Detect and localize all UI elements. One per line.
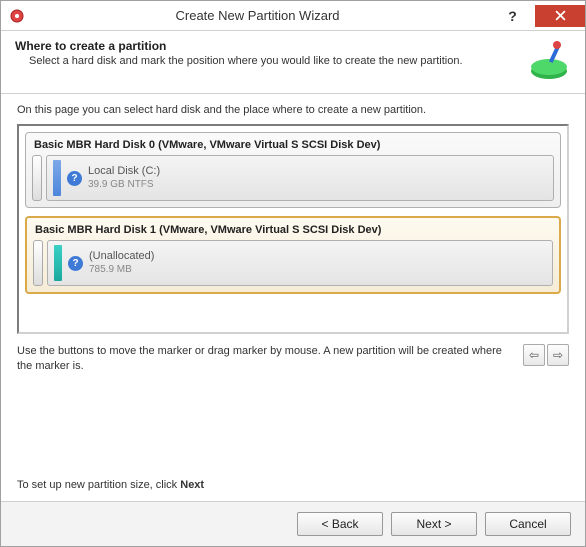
disk-1[interactable]: Basic MBR Hard Disk 1 (VMware, VMware Vi…	[25, 216, 561, 294]
next-button[interactable]: Next >	[391, 512, 477, 536]
disk-1-partition[interactable]: ? (Unallocated) 785.9 MB	[47, 240, 553, 286]
partition-name: (Unallocated)	[89, 250, 154, 263]
close-icon	[555, 10, 566, 21]
disk-0[interactable]: Basic MBR Hard Disk 0 (VMware, VMware Vi…	[25, 132, 561, 208]
partition-text: Local Disk (C:) 39.9 GB NTFS	[88, 165, 160, 190]
disk-0-body: ? Local Disk (C:) 39.9 GB NTFS	[32, 155, 554, 201]
cancel-button[interactable]: Cancel	[485, 512, 571, 536]
wizard-window: Create New Partition Wizard ? Where to c…	[0, 0, 586, 547]
info-icon: ?	[67, 171, 82, 186]
disk-0-label: Basic MBR Hard Disk 0 (VMware, VMware Vi…	[34, 139, 554, 151]
marker-help-text: Use the buttons to move the marker or dr…	[17, 344, 515, 375]
disk-0-handle[interactable]	[32, 155, 42, 201]
partition-wizard-icon	[527, 39, 571, 83]
wizard-header: Where to create a partition Select a har…	[1, 31, 585, 94]
help-button[interactable]: ?	[490, 5, 535, 27]
spacer	[17, 375, 569, 469]
arrow-left-icon: ⇦	[529, 347, 539, 364]
disk-0-partition[interactable]: ? Local Disk (C:) 39.9 GB NTFS	[46, 155, 554, 201]
footer: < Back Next > Cancel	[1, 501, 585, 546]
marker-right-button[interactable]: ⇨	[547, 344, 569, 366]
partition-text: (Unallocated) 785.9 MB	[89, 250, 154, 275]
next-hint-bold: Next	[180, 479, 204, 491]
partition-size: 785.9 MB	[89, 264, 154, 276]
disk-1-body: ? (Unallocated) 785.9 MB	[33, 240, 553, 286]
marker-arrow-group: ⇦ ⇨	[523, 344, 569, 366]
partition-color-icon	[53, 160, 61, 196]
marker-help-row: Use the buttons to move the marker or dr…	[17, 344, 569, 375]
disk-1-handle[interactable]	[33, 240, 43, 286]
partition-name: Local Disk (C:)	[88, 165, 160, 178]
arrow-right-icon: ⇨	[553, 347, 563, 364]
header-subtitle: Select a hard disk and mark the position…	[29, 55, 519, 67]
content-area: On this page you can select hard disk an…	[1, 94, 585, 501]
partition-size: 39.9 GB NTFS	[88, 179, 160, 191]
info-icon: ?	[68, 256, 83, 271]
disk-1-label: Basic MBR Hard Disk 1 (VMware, VMware Vi…	[35, 224, 553, 236]
window-title: Create New Partition Wizard	[25, 8, 490, 23]
titlebar: Create New Partition Wizard ?	[1, 1, 585, 31]
next-hint: To set up new partition size, click Next	[17, 479, 569, 491]
app-icon	[9, 8, 25, 24]
instruction-text: On this page you can select hard disk an…	[17, 104, 569, 116]
close-button[interactable]	[535, 5, 585, 27]
marker-left-button[interactable]: ⇦	[523, 344, 545, 366]
back-button[interactable]: < Back	[297, 512, 383, 536]
next-hint-prefix: To set up new partition size, click	[17, 479, 180, 491]
header-title: Where to create a partition	[15, 39, 519, 53]
partition-color-icon	[54, 245, 62, 281]
disk-list-panel: Basic MBR Hard Disk 0 (VMware, VMware Vi…	[17, 124, 569, 334]
header-text: Where to create a partition Select a har…	[15, 39, 519, 83]
